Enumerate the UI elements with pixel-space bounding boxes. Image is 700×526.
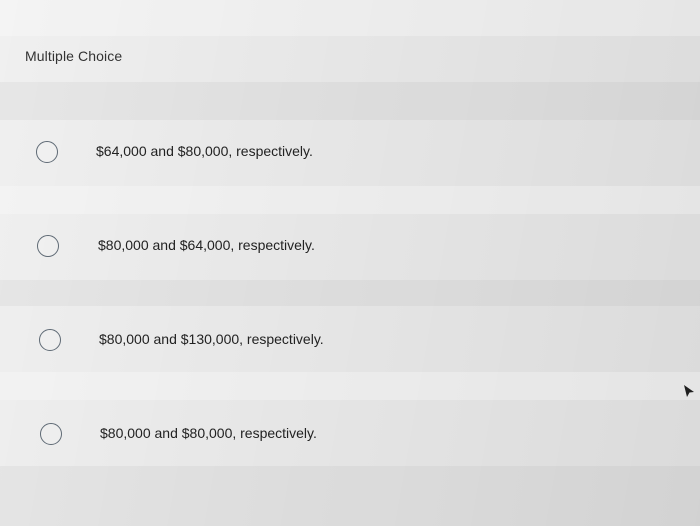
answer-option-label[interactable]: $80,000 and $64,000, respectively.: [98, 237, 315, 253]
answer-option-1[interactable]: $64,000 and $80,000, respectively.: [0, 128, 700, 178]
answer-option-label[interactable]: $80,000 and $130,000, respectively.: [99, 331, 324, 347]
radio-button-unselected-icon[interactable]: [39, 329, 61, 351]
radio-button-unselected-icon[interactable]: [37, 235, 59, 257]
answer-option-2[interactable]: $80,000 and $64,000, respectively.: [0, 222, 700, 272]
answer-option-label[interactable]: $64,000 and $80,000, respectively.: [96, 143, 313, 159]
answer-option-3[interactable]: $80,000 and $130,000, respectively.: [0, 316, 700, 366]
answer-option-4[interactable]: $80,000 and $80,000, respectively.: [0, 410, 700, 460]
background-band: [0, 280, 700, 306]
mouse-pointer-icon: [684, 385, 694, 397]
background-band: [0, 372, 700, 400]
background-band: [0, 82, 700, 120]
radio-button-unselected-icon[interactable]: [40, 423, 62, 445]
screen: Multiple Choice $64,000 and $80,000, res…: [0, 0, 700, 526]
question-type-label: Multiple Choice: [25, 48, 123, 64]
answer-option-label[interactable]: $80,000 and $80,000, respectively.: [100, 425, 317, 441]
background-band: [0, 466, 700, 526]
question-header: Multiple Choice: [0, 36, 700, 82]
radio-button-unselected-icon[interactable]: [36, 141, 58, 163]
background-band: [0, 0, 700, 36]
background-band: [0, 186, 700, 214]
